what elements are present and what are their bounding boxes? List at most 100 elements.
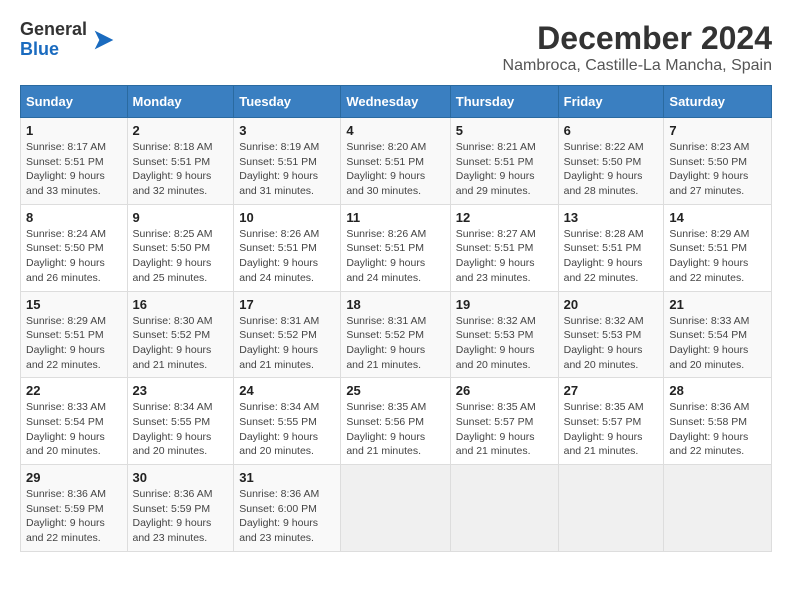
day-info: Sunrise: 8:34 AM Sunset: 5:55 PM Dayligh… [133,400,229,459]
day-info: Sunrise: 8:36 AM Sunset: 5:59 PM Dayligh… [26,487,122,546]
logo-blue: Blue [20,40,87,60]
title-area: December 2024 Nambroca, Castille-La Manc… [503,20,772,75]
calendar-cell-19: 19 Sunrise: 8:32 AM Sunset: 5:53 PM Dayli… [450,291,558,378]
day-number: 18 [346,297,444,312]
day-number: 5 [456,123,553,138]
day-number: 3 [239,123,335,138]
day-number: 30 [133,470,229,485]
day-info: Sunrise: 8:17 AM Sunset: 5:51 PM Dayligh… [26,140,122,199]
calendar-cell-18: 18 Sunrise: 8:31 AM Sunset: 5:52 PM Dayli… [341,291,450,378]
day-info: Sunrise: 8:27 AM Sunset: 5:51 PM Dayligh… [456,227,553,286]
day-info: Sunrise: 8:22 AM Sunset: 5:50 PM Dayligh… [564,140,659,199]
calendar-cell-11: 11 Sunrise: 8:26 AM Sunset: 5:51 PM Dayli… [341,204,450,291]
day-info: Sunrise: 8:31 AM Sunset: 5:52 PM Dayligh… [346,314,444,373]
day-number: 15 [26,297,122,312]
calendar-cell-3: 3 Sunrise: 8:19 AM Sunset: 5:51 PM Daylig… [234,118,341,205]
calendar-cell-26: 26 Sunrise: 8:35 AM Sunset: 5:57 PM Dayli… [450,378,558,465]
day-info: Sunrise: 8:24 AM Sunset: 5:50 PM Dayligh… [26,227,122,286]
day-number: 7 [669,123,766,138]
calendar-cell-4: 4Sunrise: 8:20 AM Sunset: 5:51 PM Daylig… [341,118,450,205]
calendar-header-thursday: Thursday [450,86,558,118]
calendar-cell-6: 6Sunrise: 8:22 AM Sunset: 5:50 PM Daylig… [558,118,664,205]
day-number: 1 [26,123,122,138]
day-number: 19 [456,297,553,312]
calendar-cell-empty [558,465,664,552]
day-info: Sunrise: 8:35 AM Sunset: 5:56 PM Dayligh… [346,400,444,459]
day-info: Sunrise: 8:18 AM Sunset: 5:51 PM Dayligh… [133,140,229,199]
day-info: Sunrise: 8:33 AM Sunset: 5:54 PM Dayligh… [669,314,766,373]
day-info: Sunrise: 8:26 AM Sunset: 5:51 PM Dayligh… [239,227,335,286]
calendar-week-4: 22 Sunrise: 8:33 AM Sunset: 5:54 PM Dayli… [21,378,772,465]
day-info: Sunrise: 8:25 AM Sunset: 5:50 PM Dayligh… [133,227,229,286]
day-info: Sunrise: 8:36 AM Sunset: 5:58 PM Dayligh… [669,400,766,459]
location: Nambroca, Castille-La Mancha, Spain [503,57,772,75]
calendar-cell-17: 17 Sunrise: 8:31 AM Sunset: 5:52 PM Dayli… [234,291,341,378]
day-number: 2 [133,123,229,138]
day-info: Sunrise: 8:26 AM Sunset: 5:51 PM Dayligh… [346,227,444,286]
day-info: Sunrise: 8:31 AM Sunset: 5:52 PM Dayligh… [239,314,335,373]
calendar-cell-5: 5 Sunrise: 8:21 AM Sunset: 5:51 PM Daylig… [450,118,558,205]
calendar-week-2: 8Sunrise: 8:24 AM Sunset: 5:50 PM Daylig… [21,204,772,291]
calendar-table: SundayMondayTuesdayWednesdayThursdayFrid… [20,85,772,552]
calendar-cell-16: 16 Sunrise: 8:30 AM Sunset: 5:52 PM Dayli… [127,291,234,378]
day-info: Sunrise: 8:29 AM Sunset: 5:51 PM Dayligh… [669,227,766,286]
calendar-cell-12: 12 Sunrise: 8:27 AM Sunset: 5:51 PM Dayli… [450,204,558,291]
day-number: 16 [133,297,229,312]
day-info: Sunrise: 8:32 AM Sunset: 5:53 PM Dayligh… [456,314,553,373]
calendar-cell-15: 15 Sunrise: 8:29 AM Sunset: 5:51 PM Dayli… [21,291,128,378]
calendar-header-row: SundayMondayTuesdayWednesdayThursdayFrid… [21,86,772,118]
calendar-week-5: 29Sunrise: 8:36 AM Sunset: 5:59 PM Dayli… [21,465,772,552]
calendar-cell-22: 22 Sunrise: 8:33 AM Sunset: 5:54 PM Dayli… [21,378,128,465]
day-number: 28 [669,383,766,398]
calendar-cell-24: 24 Sunrise: 8:34 AM Sunset: 5:55 PM Dayli… [234,378,341,465]
calendar-cell-13: 13 Sunrise: 8:28 AM Sunset: 5:51 PM Dayli… [558,204,664,291]
day-number: 27 [564,383,659,398]
day-info: Sunrise: 8:28 AM Sunset: 5:51 PM Dayligh… [564,227,659,286]
logo-general: General [20,20,87,40]
calendar-cell-31: 31 Sunrise: 8:36 AM Sunset: 6:00 PM Dayli… [234,465,341,552]
day-number: 26 [456,383,553,398]
calendar-cell-2: 2 Sunrise: 8:18 AM Sunset: 5:51 PM Daylig… [127,118,234,205]
logo: General Blue [20,20,118,60]
day-info: Sunrise: 8:36 AM Sunset: 5:59 PM Dayligh… [133,487,229,546]
day-number: 11 [346,210,444,225]
calendar-cell-1: 1 Sunrise: 8:17 AM Sunset: 5:51 PM Daylig… [21,118,128,205]
day-number: 24 [239,383,335,398]
day-info: Sunrise: 8:19 AM Sunset: 5:51 PM Dayligh… [239,140,335,199]
calendar-cell-empty [341,465,450,552]
day-info: Sunrise: 8:33 AM Sunset: 5:54 PM Dayligh… [26,400,122,459]
day-number: 31 [239,470,335,485]
calendar-header-friday: Friday [558,86,664,118]
day-number: 17 [239,297,335,312]
calendar-cell-10: 10Sunrise: 8:26 AM Sunset: 5:51 PM Dayli… [234,204,341,291]
calendar-header-saturday: Saturday [664,86,772,118]
day-number: 21 [669,297,766,312]
day-number: 12 [456,210,553,225]
calendar-cell-empty [450,465,558,552]
day-info: Sunrise: 8:34 AM Sunset: 5:55 PM Dayligh… [239,400,335,459]
calendar-header-monday: Monday [127,86,234,118]
logo-text: General Blue [20,20,87,60]
day-info: Sunrise: 8:29 AM Sunset: 5:51 PM Dayligh… [26,314,122,373]
calendar-cell-9: 9 Sunrise: 8:25 AM Sunset: 5:50 PM Daylig… [127,204,234,291]
calendar-header-wednesday: Wednesday [341,86,450,118]
calendar-cell-8: 8Sunrise: 8:24 AM Sunset: 5:50 PM Daylig… [21,204,128,291]
day-info: Sunrise: 8:35 AM Sunset: 5:57 PM Dayligh… [456,400,553,459]
calendar-cell-empty [664,465,772,552]
day-info: Sunrise: 8:30 AM Sunset: 5:52 PM Dayligh… [133,314,229,373]
day-number: 23 [133,383,229,398]
day-info: Sunrise: 8:20 AM Sunset: 5:51 PM Dayligh… [346,140,444,199]
calendar-cell-21: 21 Sunrise: 8:33 AM Sunset: 5:54 PM Dayli… [664,291,772,378]
day-number: 22 [26,383,122,398]
day-number: 9 [133,210,229,225]
month-year: December 2024 [503,20,772,57]
calendar-cell-14: 14 Sunrise: 8:29 AM Sunset: 5:51 PM Dayli… [664,204,772,291]
day-number: 13 [564,210,659,225]
day-info: Sunrise: 8:36 AM Sunset: 6:00 PM Dayligh… [239,487,335,546]
calendar-week-3: 15 Sunrise: 8:29 AM Sunset: 5:51 PM Dayli… [21,291,772,378]
day-info: Sunrise: 8:21 AM Sunset: 5:51 PM Dayligh… [456,140,553,199]
day-info: Sunrise: 8:32 AM Sunset: 5:53 PM Dayligh… [564,314,659,373]
day-info: Sunrise: 8:35 AM Sunset: 5:57 PM Dayligh… [564,400,659,459]
logo-icon [90,26,118,54]
day-number: 14 [669,210,766,225]
